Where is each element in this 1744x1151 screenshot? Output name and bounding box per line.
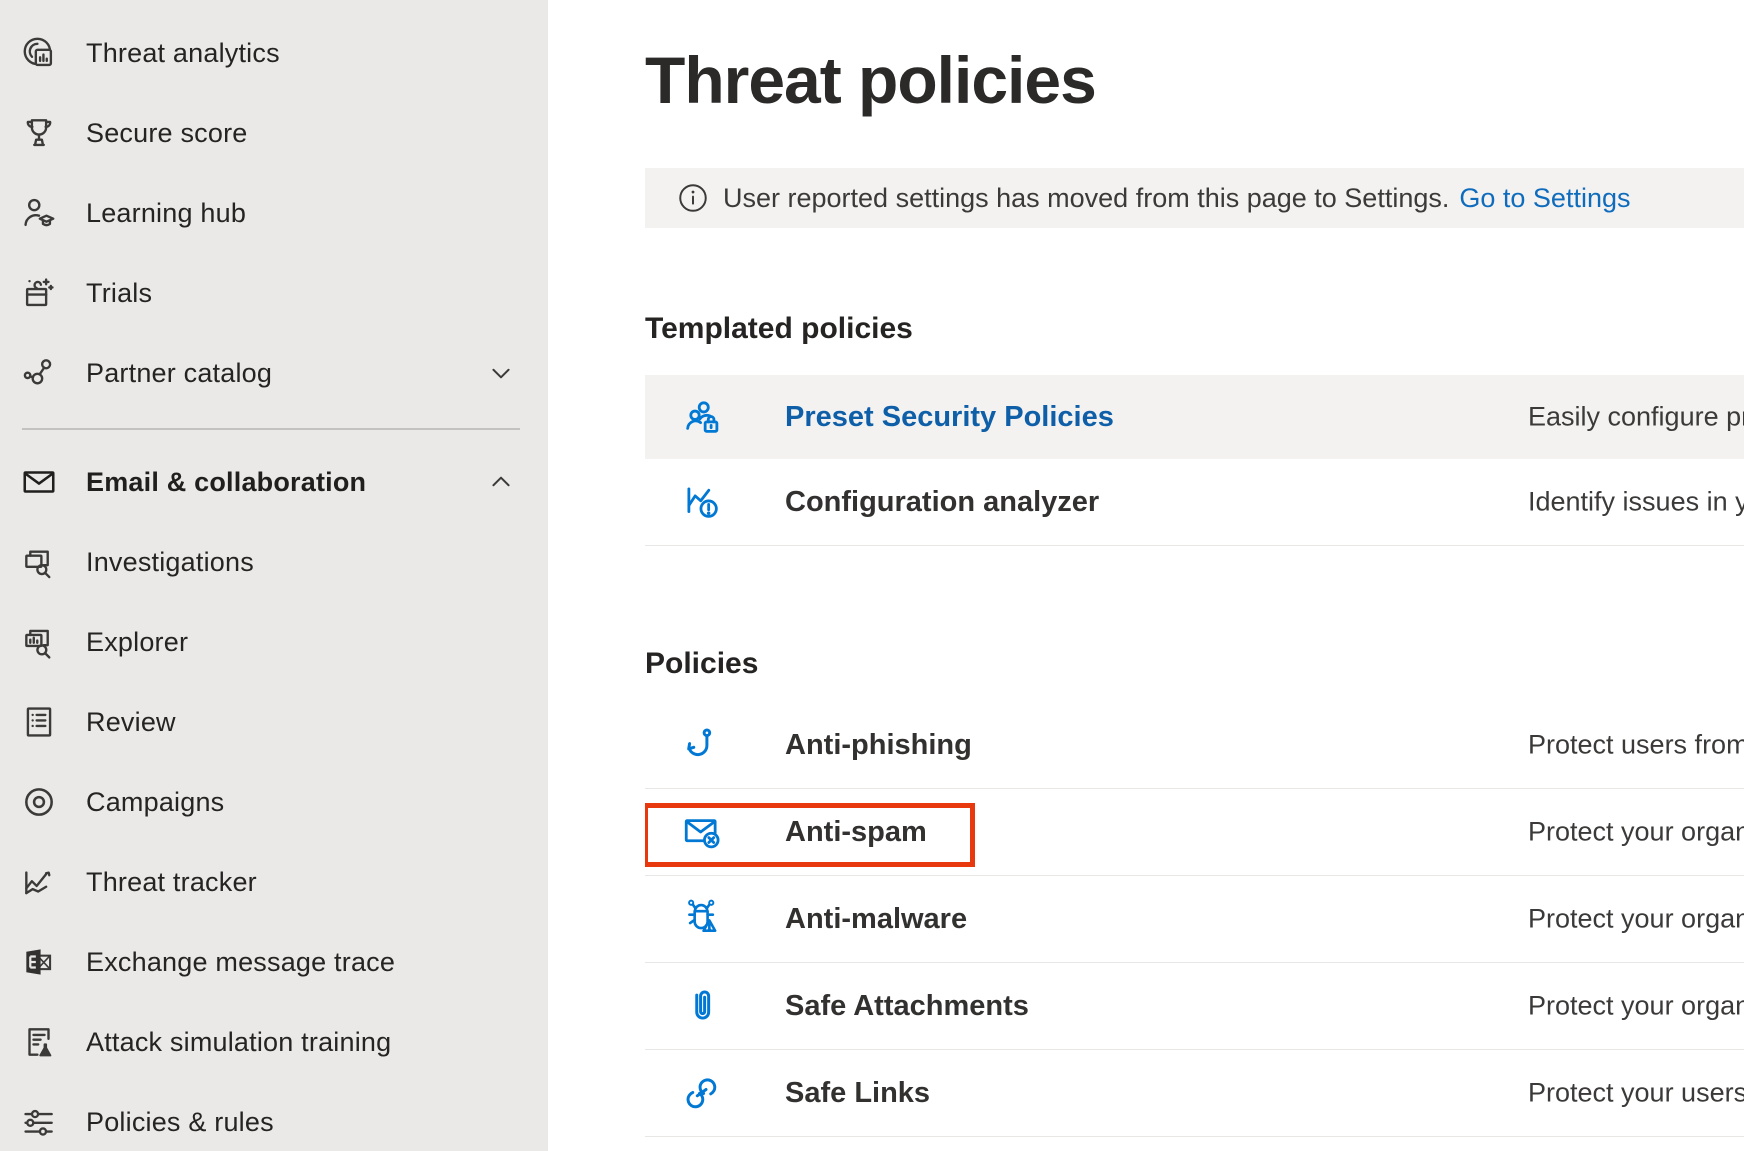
trophy-icon bbox=[20, 114, 58, 152]
policies-rules-icon bbox=[20, 1103, 58, 1141]
sidebar-item-label: Trials bbox=[86, 278, 152, 309]
exchange-icon bbox=[20, 943, 58, 981]
chevron-up-icon bbox=[488, 469, 514, 495]
row-description: Protect your organiz bbox=[1528, 991, 1744, 1022]
row-label: Anti-phishing bbox=[785, 729, 972, 762]
sidebar-item-investigations[interactable]: Investigations bbox=[0, 522, 548, 602]
anti-phishing-icon bbox=[681, 724, 723, 766]
sidebar-item-threat-analytics[interactable]: Threat analytics bbox=[0, 13, 548, 93]
sidebar-item-campaigns[interactable]: Campaigns bbox=[0, 762, 548, 842]
threat-policies-page: { "sidebar": { "items": [ { "label": "Th… bbox=[0, 0, 1744, 1151]
row-anti-malware[interactable]: Anti-malware Protect your organiz bbox=[645, 876, 1744, 963]
section-heading-policies: Policies bbox=[645, 647, 1744, 681]
row-label: Safe Attachments bbox=[785, 990, 1029, 1023]
chevron-down-icon bbox=[488, 360, 514, 386]
sidebar-item-email-collaboration[interactable]: Email & collaboration bbox=[0, 442, 548, 522]
row-description: Protect users from p bbox=[1528, 730, 1744, 761]
row-label: Anti-spam bbox=[785, 816, 927, 849]
threat-analytics-icon bbox=[20, 34, 58, 72]
banner-text: User reported settings has moved from th… bbox=[723, 183, 1449, 214]
main-content: Threat policies User reported settings h… bbox=[548, 0, 1744, 1151]
threat-tracker-icon bbox=[20, 863, 58, 901]
sidebar-item-label: Explorer bbox=[86, 627, 188, 658]
sidebar-item-explorer[interactable]: Explorer bbox=[0, 602, 548, 682]
sidebar-item-partner-catalog[interactable]: Partner catalog bbox=[0, 333, 548, 413]
campaigns-icon bbox=[20, 783, 58, 821]
row-anti-phishing[interactable]: Anti-phishing Protect users from p bbox=[645, 702, 1744, 789]
sidebar-item-label: Email & collaboration bbox=[86, 467, 366, 498]
sidebar-item-label: Investigations bbox=[86, 547, 254, 578]
sidebar-item-label: Learning hub bbox=[86, 198, 246, 229]
safe-attachments-icon bbox=[681, 985, 723, 1027]
page-title: Threat policies bbox=[645, 44, 1744, 116]
anti-spam-icon bbox=[681, 811, 723, 853]
row-description: Protect your users fr bbox=[1528, 1078, 1744, 1109]
row-description: Protect your organiz bbox=[1528, 904, 1744, 935]
sidebar-item-review[interactable]: Review bbox=[0, 682, 548, 762]
sidebar-item-label: Threat analytics bbox=[86, 38, 280, 69]
anti-malware-icon bbox=[681, 898, 723, 940]
sidebar-item-learning-hub[interactable]: Learning hub bbox=[0, 173, 548, 253]
info-icon bbox=[676, 181, 710, 215]
row-label: Anti-malware bbox=[785, 903, 967, 936]
sidebar-item-label: Exchange message trace bbox=[86, 947, 395, 978]
sidebar-item-label: Partner catalog bbox=[86, 358, 272, 389]
sidebar-nav: Threat analytics Secure score bbox=[0, 0, 548, 1151]
mail-icon bbox=[20, 463, 58, 501]
configuration-analyzer-icon bbox=[681, 481, 723, 523]
go-to-settings-link[interactable]: Go to Settings bbox=[1459, 183, 1630, 214]
sidebar-item-label: Attack simulation training bbox=[86, 1027, 391, 1058]
explorer-icon bbox=[20, 623, 58, 661]
sidebar-item-label: Threat tracker bbox=[86, 867, 257, 898]
learning-hub-icon bbox=[20, 194, 58, 232]
section-heading-templated-policies: Templated policies bbox=[645, 312, 1744, 346]
row-safe-attachments[interactable]: Safe Attachments Protect your organiz bbox=[645, 963, 1744, 1050]
row-configuration-analyzer[interactable]: Configuration analyzer Identify issues i… bbox=[645, 459, 1744, 546]
sidebar-item-label: Campaigns bbox=[86, 787, 224, 818]
row-description: Protect your organiz bbox=[1528, 817, 1744, 848]
row-label-link[interactable]: Preset Security Policies bbox=[785, 401, 1114, 434]
row-anti-spam[interactable]: Anti-spam Protect your organiz bbox=[645, 789, 1744, 876]
sidebar-item-policies-rules[interactable]: Policies & rules bbox=[0, 1082, 548, 1151]
policies-list: Anti-phishing Protect users from p Anti-… bbox=[645, 702, 1744, 1137]
sidebar-item-label: Policies & rules bbox=[86, 1107, 274, 1138]
sidebar-item-secure-score[interactable]: Secure score bbox=[0, 93, 548, 173]
row-safe-links[interactable]: Safe Links Protect your users fr bbox=[645, 1050, 1744, 1137]
sidebar-divider bbox=[22, 428, 520, 430]
info-banner: User reported settings has moved from th… bbox=[645, 168, 1744, 228]
sidebar-item-label: Secure score bbox=[86, 118, 247, 149]
templated-policies-list: Preset Security Policies Easily configur… bbox=[645, 375, 1744, 546]
row-description: Easily configure prot bbox=[1528, 402, 1744, 433]
attack-simulation-icon bbox=[20, 1023, 58, 1061]
sidebar-item-attack-simulation-training[interactable]: Attack simulation training bbox=[0, 1002, 548, 1082]
sidebar-item-trials[interactable]: Trials bbox=[0, 253, 548, 333]
review-icon bbox=[20, 703, 58, 741]
row-description: Identify issues in you bbox=[1528, 487, 1744, 518]
investigations-icon bbox=[20, 543, 58, 581]
row-label: Safe Links bbox=[785, 1077, 930, 1110]
preset-security-policies-icon bbox=[681, 396, 723, 438]
row-label: Configuration analyzer bbox=[785, 486, 1099, 519]
sidebar-item-label: Review bbox=[86, 707, 176, 738]
safe-links-icon bbox=[681, 1072, 723, 1114]
partner-catalog-icon bbox=[20, 354, 58, 392]
sidebar-item-exchange-message-trace[interactable]: Exchange message trace bbox=[0, 922, 548, 1002]
row-preset-security-policies[interactable]: Preset Security Policies Easily configur… bbox=[645, 375, 1744, 459]
sidebar-item-threat-tracker[interactable]: Threat tracker bbox=[0, 842, 548, 922]
trials-icon bbox=[20, 274, 58, 312]
